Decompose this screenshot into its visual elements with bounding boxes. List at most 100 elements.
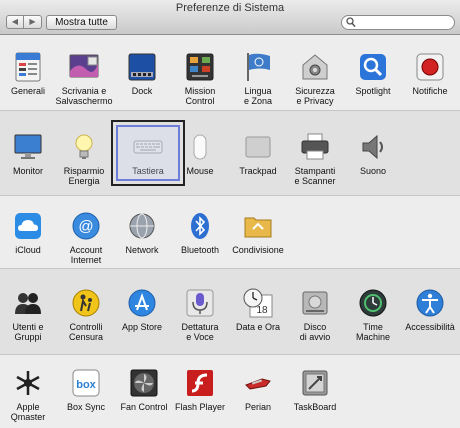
box-logo-text: box — [76, 379, 96, 391]
section-other: Apple Qmaster box Box Sync Fan Control F… — [0, 355, 460, 428]
pref-app-store[interactable]: App Store — [112, 287, 172, 332]
fan-control-icon — [130, 369, 158, 397]
search-input[interactable] — [358, 16, 450, 29]
pref-label: Box Sync — [66, 402, 106, 412]
pref-trackpad[interactable]: Trackpad — [228, 131, 288, 176]
pref-dock[interactable]: Dock — [112, 51, 172, 96]
forward-button[interactable]: ▶ — [24, 15, 42, 29]
pref-taskboard[interactable]: TaskBoard — [285, 367, 345, 412]
pref-label: Disco di avvio — [299, 322, 331, 342]
notifications-icon — [416, 53, 444, 81]
mission-control-icon — [186, 53, 214, 81]
users-icon — [15, 293, 41, 314]
taskboard-icon — [302, 370, 328, 396]
pref-generali[interactable]: Generali — [0, 51, 58, 96]
pref-label: Bluetooth — [180, 245, 220, 255]
trackpad-icon — [245, 136, 271, 158]
search-field[interactable] — [341, 15, 455, 30]
forward-arrow-icon: ▶ — [29, 17, 36, 26]
section-personal: Generali Scrivania e Salvaschermo Dock M… — [0, 35, 460, 111]
pref-risparmio-energia[interactable]: Risparmio Energia — [54, 131, 114, 186]
toolbar: Preferenze di Sistema ◀ ▶ Mostra tutte — [0, 0, 460, 35]
pref-flash-player[interactable]: Flash Player — [170, 367, 230, 412]
qmaster-icon — [16, 371, 40, 395]
flash-player-icon — [187, 370, 213, 396]
pref-label: Sicurezza e Privacy — [295, 86, 335, 106]
network-globe-icon — [129, 213, 155, 239]
sharing-folder-icon — [244, 217, 272, 238]
pref-label: Mission Control — [184, 86, 216, 106]
app-store-icon — [128, 289, 156, 317]
box-sync-icon: box — [72, 369, 100, 397]
pref-label: Monitor — [12, 166, 43, 176]
pref-accessibilita[interactable]: Accessibilità — [400, 287, 460, 332]
startup-disk-icon — [302, 291, 328, 315]
pref-label: TaskBoard — [293, 402, 337, 412]
pref-label: Perian — [244, 402, 271, 412]
pref-label: Suono — [359, 166, 387, 176]
pref-label: Condivisione — [232, 245, 284, 255]
pref-label: Scrivania e Salvaschermo — [55, 86, 113, 106]
pref-label: Lingua e Zona — [243, 86, 273, 106]
section-hardware: Monitor Risparmio Energia Tastiera Mouse… — [0, 111, 460, 196]
pref-notifiche[interactable]: Notifiche — [400, 51, 460, 96]
pref-label: Fan Control — [120, 402, 168, 412]
pref-label: Network — [125, 245, 159, 255]
pref-label: Dock — [131, 86, 153, 96]
bluetooth-icon — [191, 213, 209, 239]
accessibility-icon — [416, 289, 444, 317]
pref-controlli-censura[interactable]: Controlli Censura — [56, 287, 116, 342]
parental-controls-icon — [72, 289, 100, 317]
pref-label: Time Machine — [355, 322, 391, 342]
pref-network[interactable]: Network — [112, 210, 172, 255]
back-button[interactable]: ◀ — [6, 15, 24, 29]
pref-label: Controlli Censura — [68, 322, 104, 342]
pref-label: Account Internet — [69, 245, 103, 265]
pref-label: Stampanti e Scanner — [294, 166, 336, 186]
pref-box-sync[interactable]: box Box Sync — [56, 367, 116, 412]
pref-label: Apple Qmaster — [10, 402, 46, 422]
pref-dettatura[interactable]: Dettatura e Voce — [170, 287, 230, 342]
calendar-day: 18 — [256, 305, 268, 316]
microphone-icon — [186, 289, 214, 317]
system-preferences-window: Preferenze di Sistema ◀ ▶ Mostra tutte G… — [0, 0, 460, 428]
pref-mission-control[interactable]: Mission Control — [170, 51, 230, 106]
dock-icon — [128, 53, 156, 81]
perian-icon — [245, 378, 271, 390]
language-flag-icon — [247, 53, 270, 81]
pref-account-internet[interactable]: @ Account Internet — [56, 210, 116, 265]
pref-label: Flash Player — [174, 402, 226, 412]
pref-suono[interactable]: Suono — [343, 131, 403, 176]
section-internet: iCloud @ Account Internet Network Blueto… — [0, 196, 460, 269]
pref-stampanti[interactable]: Stampanti e Scanner — [285, 131, 345, 186]
selection-highlight — [111, 120, 185, 186]
pref-fan-control[interactable]: Fan Control — [114, 367, 174, 412]
pref-lingua[interactable]: Lingua e Zona — [228, 51, 288, 106]
pref-apple-qmaster[interactable]: Apple Qmaster — [0, 367, 58, 422]
pref-time-machine[interactable]: Time Machine — [343, 287, 403, 342]
pref-disco-avvio[interactable]: Disco di avvio — [285, 287, 345, 342]
at-icon: @ — [72, 212, 100, 240]
general-icon — [15, 52, 41, 82]
pref-data-ora[interactable]: 18 Data e Ora — [228, 287, 288, 332]
pref-label: Spotlight — [355, 86, 391, 96]
window-title: Preferenze di Sistema — [175, 2, 285, 14]
mouse-icon — [193, 134, 207, 160]
pref-utenti[interactable]: Utenti e Gruppi — [0, 287, 58, 342]
pref-spotlight[interactable]: Spotlight — [343, 51, 403, 96]
pref-label: Accessibilità — [405, 322, 455, 332]
desktop-icon — [69, 54, 99, 78]
pref-bluetooth[interactable]: Bluetooth — [170, 210, 230, 255]
search-icon — [346, 17, 356, 28]
monitor-icon — [14, 134, 42, 159]
pref-monitor[interactable]: Monitor — [0, 131, 58, 176]
back-arrow-icon: ◀ — [11, 17, 19, 26]
icloud-icon — [15, 213, 41, 239]
pref-icloud[interactable]: iCloud — [0, 210, 58, 255]
pref-perian[interactable]: Perian — [228, 367, 288, 412]
pref-condivisione[interactable]: Condivisione — [228, 210, 288, 255]
pref-sicurezza[interactable]: Sicurezza e Privacy — [285, 51, 345, 106]
pref-scrivania[interactable]: Scrivania e Salvaschermo — [54, 51, 114, 106]
show-all-button[interactable]: Mostra tutte — [46, 15, 117, 30]
spotlight-icon — [360, 54, 386, 80]
